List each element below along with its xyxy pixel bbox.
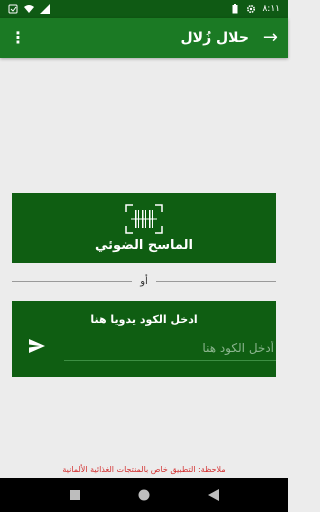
divider-line-right — [155, 280, 277, 282]
more-vertical-icon[interactable]: ⋮ — [10, 30, 26, 46]
send-icon[interactable] — [28, 337, 46, 355]
back-button[interactable] — [203, 485, 223, 505]
recents-icon — [69, 490, 80, 500]
settings-icon — [247, 4, 256, 14]
home-button[interactable] — [134, 485, 154, 505]
manual-code-title: ادخل الكود يدويا هنا — [90, 313, 198, 326]
system-nav-bar — [0, 478, 288, 512]
code-input[interactable] — [64, 335, 276, 361]
recents-button[interactable] — [65, 485, 85, 505]
app-bar-title-group: → حلال زُلال — [181, 29, 278, 47]
or-divider: أو — [12, 274, 277, 288]
app-bar: ⋮ → حلال زُلال — [0, 18, 288, 58]
back-triangle-icon — [207, 489, 219, 501]
disclaimer-note: ملاحظة: التطبيق خاص بالمنتجات الغذائية ا… — [62, 465, 226, 474]
barcode-scan-icon — [125, 203, 163, 234]
signal-icon — [40, 4, 50, 14]
arrow-right-icon[interactable]: → — [263, 29, 278, 47]
manual-code-card: ادخل الكود يدويا هنا — [12, 301, 276, 377]
status-time: ٨:١١ — [262, 4, 280, 14]
battery-icon — [232, 4, 238, 14]
notification-icon — [8, 4, 18, 14]
home-icon — [138, 489, 150, 501]
barcode-scanner-button[interactable]: الماسح الضوئي — [12, 193, 276, 263]
status-icons-left — [8, 4, 50, 14]
divider-line-left — [12, 280, 133, 282]
status-icons-right: ٨:١١ — [230, 4, 280, 14]
status-bar: ٨:١١ — [0, 0, 288, 18]
wifi-icon — [24, 5, 34, 13]
or-label: أو — [140, 275, 148, 287]
scanner-label: الماسح الضوئي — [95, 237, 193, 253]
page-title: حلال زُلال — [180, 30, 249, 46]
